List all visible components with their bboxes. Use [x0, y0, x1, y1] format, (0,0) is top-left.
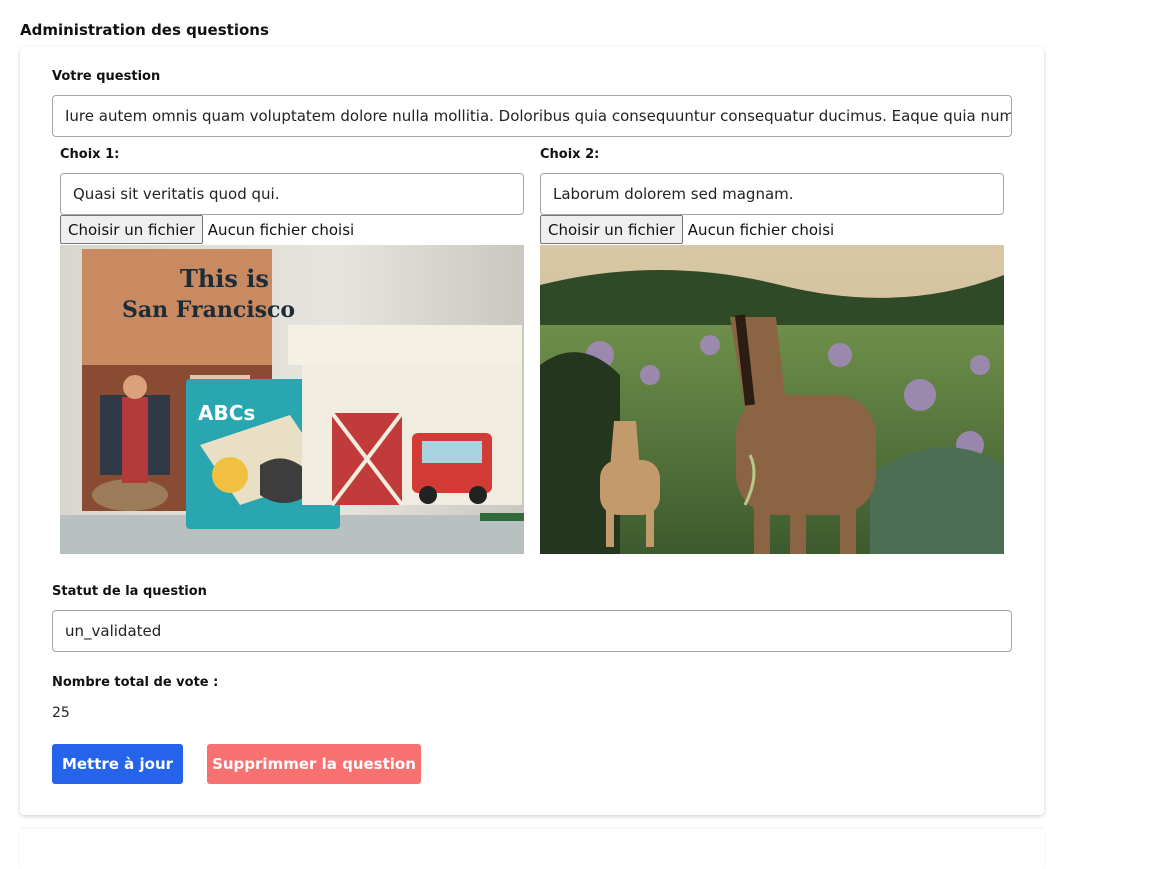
choice-1-image-book-title-1: This is — [180, 264, 269, 293]
question-label: Votre question — [52, 69, 161, 84]
choice-1-input[interactable]: Quasi sit veritatis quod qui. — [60, 173, 524, 215]
choice-2-label: Choix 2: — [540, 147, 600, 162]
choice-2-image — [540, 245, 1004, 554]
update-button[interactable]: Mettre à jour — [52, 744, 183, 784]
choice-1-image-book2-title: ABCs — [198, 401, 255, 425]
page-title: Administration des questions — [20, 21, 269, 39]
votes-value: 25 — [52, 705, 70, 721]
status-input[interactable]: un_validated — [52, 610, 1012, 652]
choice-1-image-book-title-2: San Francisco — [122, 297, 295, 323]
delete-question-button[interactable]: Supprimmer la question — [207, 744, 421, 784]
votes-label: Nombre total de vote : — [52, 675, 219, 690]
choice-2-input[interactable]: Laborum dolorem sed magnam. — [540, 173, 1004, 215]
choice-1-file-button[interactable]: Choisir un fichier — [60, 215, 203, 244]
choice-1-file-status: Aucun fichier choisi — [207, 220, 355, 239]
choice-1-image: This is San Francisco ABCs — [60, 245, 524, 554]
choice-1-file-picker: Choisir un fichier Aucun fichier choisi — [60, 215, 354, 244]
next-question-card — [20, 829, 1044, 869]
choice-2-file-button[interactable]: Choisir un fichier — [540, 215, 683, 244]
status-label: Statut de la question — [52, 584, 207, 599]
choice-1-label: Choix 1: — [60, 147, 120, 162]
question-input[interactable]: Iure autem omnis quam voluptatem dolore … — [52, 95, 1012, 137]
question-card: Votre question Iure autem omnis quam vol… — [20, 47, 1044, 815]
choice-2-file-status: Aucun fichier choisi — [687, 220, 835, 239]
choice-2-file-picker: Choisir un fichier Aucun fichier choisi — [540, 215, 834, 244]
